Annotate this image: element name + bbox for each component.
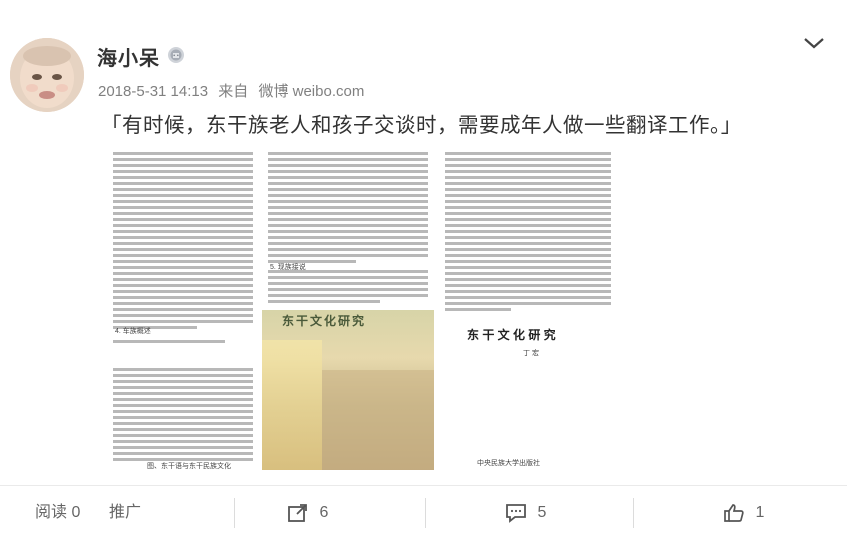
action-separator [633,498,634,528]
action-separator [425,498,426,528]
thumbs-up-icon [724,503,744,522]
vip-badge-icon [168,47,184,63]
promote-label: 推广 [109,504,142,521]
share-button[interactable]: 6 [287,500,328,526]
post-timestamp[interactable]: 2018-5-31 14:13 [98,83,208,100]
promote-button[interactable]: 推广 [109,500,141,526]
book-page-left[interactable]: 4. 车族概述 图、东干语与东干民族文化 [107,150,259,470]
comment-icon [506,503,526,523]
action-separator [234,498,235,528]
cover-title: 东干文化研究 [282,314,367,328]
share-icon [288,503,307,522]
user-avatar[interactable] [10,38,84,112]
post-images[interactable]: 4. 车族概述 图、东干语与东干民族文化 5. 现族接说 东干文化研究 东 干 … [107,150,617,470]
book-page-middle[interactable]: 5. 现族接说 东干文化研究 [262,150,434,470]
action-bar-divider [0,485,847,486]
figure-caption: 图、东干语与东干民族文化 [147,463,231,470]
username[interactable]: 海小呆 [97,42,160,71]
share-count: 6 [319,504,329,521]
book-title: 东 干 文 化 研 究 [467,328,556,342]
read-count: 阅读 0 [35,500,80,526]
book-author: 丁 宏 [523,350,539,357]
chevron-down-icon[interactable] [802,34,826,52]
source-name[interactable]: 微博 weibo.com [258,83,364,100]
like-button[interactable]: 1 [723,500,764,526]
comment-count: 5 [537,504,547,521]
book-cover-image[interactable]: 东干文化研究 [262,310,434,470]
publisher: 中央民族大学出版社 [477,460,540,467]
post-text: 「有时候，东干族老人和孩子交谈时，需要成年人做一些翻译工作。」 [101,114,742,137]
post-meta: 2018-5-31 14:13 来自 微博 weibo.com [98,80,370,101]
section-heading: 4. 车族概述 [115,328,151,335]
like-count: 1 [755,504,765,521]
read-label: 阅读 0 [35,504,81,521]
comment-button[interactable]: 5 [505,500,546,526]
book-page-right[interactable]: 东 干 文 化 研 究 丁 宏 中央民族大学出版社 [437,150,617,470]
source-prefix: 来自 [218,83,249,100]
